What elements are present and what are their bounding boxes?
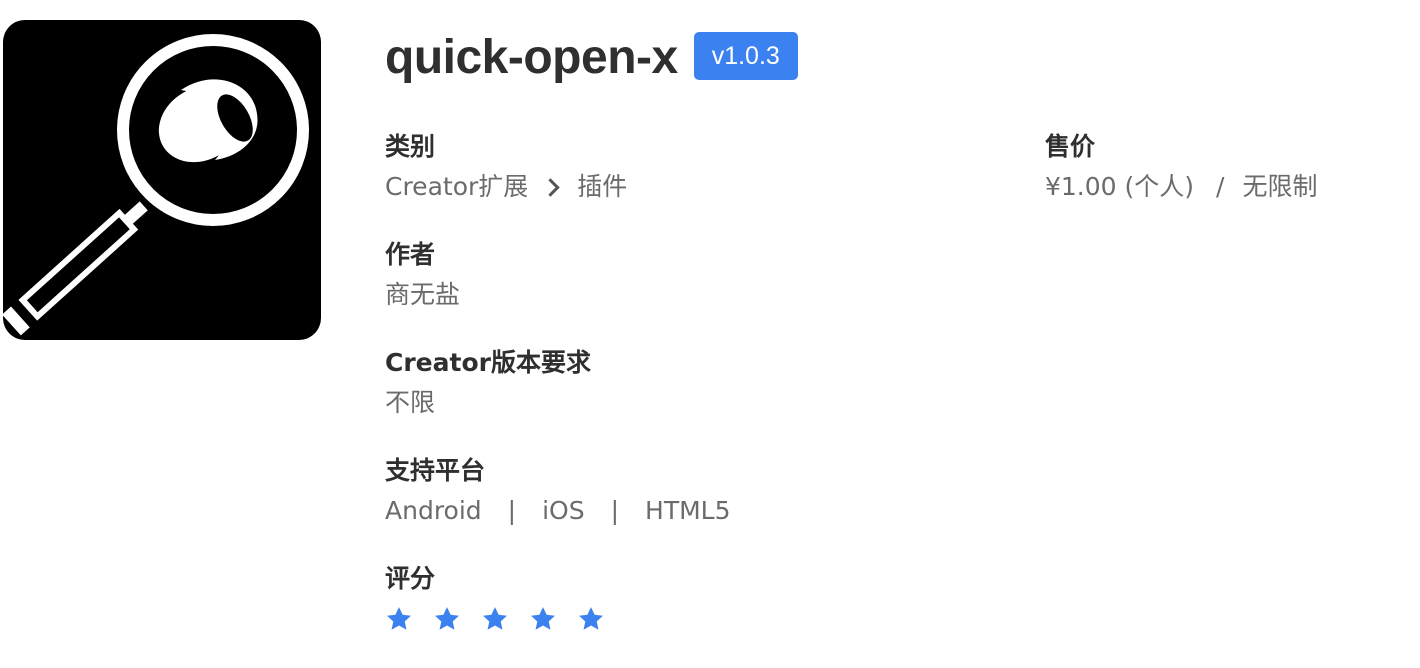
price-field: 售价 ¥1.00 (个人) / 无限制 (1045, 130, 1317, 204)
category-field: 类别 Creator扩展 插件 (385, 130, 627, 204)
star-icon (529, 605, 557, 633)
price-label: 售价 (1045, 132, 1096, 161)
price-separator: / (1216, 172, 1225, 201)
category-link-child[interactable]: 插件 (577, 170, 627, 204)
platforms-field: 支持平台 Android | iOS | HTML5 (385, 454, 731, 528)
author-label: 作者 (385, 240, 436, 269)
creator-version-label: Creator版本要求 (385, 348, 591, 377)
app-title: quick-open-x (385, 31, 678, 84)
creator-version-value: 不限 (385, 388, 436, 417)
platform-html5: HTML5 (645, 496, 731, 525)
star-icon (577, 605, 605, 633)
price-value: ¥1.00 (个人) / 无限制 (1045, 170, 1317, 204)
rating-field: 评分 (385, 562, 605, 634)
platform-separator: | (507, 496, 517, 525)
price-license: 无限制 (1242, 172, 1318, 201)
version-badge: v1.0.3 (693, 32, 798, 80)
star-icon (433, 605, 461, 633)
extension-detail: quick-open-x v1.0.3 类别 Creator扩展 插件 售价 ¥… (0, 0, 1420, 668)
category-link-parent[interactable]: Creator扩展 (385, 170, 528, 204)
star-icon (481, 605, 509, 633)
platform-ios: iOS (542, 496, 585, 525)
author-field: 作者 商无盐 (385, 238, 460, 312)
chevron-right-icon (541, 177, 560, 197)
rating-label: 评分 (385, 564, 436, 593)
platform-separator: | (610, 496, 620, 525)
platforms-list: Android | iOS | HTML5 (385, 494, 731, 528)
price-amount: ¥1.00 (个人) (1045, 172, 1195, 201)
magnifying-glass-icon (3, 20, 321, 340)
star-icon (385, 605, 413, 633)
rating-stars (385, 604, 605, 634)
platform-android: Android (385, 496, 482, 525)
title-row: quick-open-x v1.0.3 (385, 28, 798, 88)
creator-version-field: Creator版本要求 不限 (385, 346, 591, 420)
category-breadcrumb: Creator扩展 插件 (385, 170, 627, 204)
category-label: 类别 (385, 132, 436, 161)
platforms-label: 支持平台 (385, 456, 486, 485)
author-name[interactable]: 商无盐 (385, 278, 460, 312)
